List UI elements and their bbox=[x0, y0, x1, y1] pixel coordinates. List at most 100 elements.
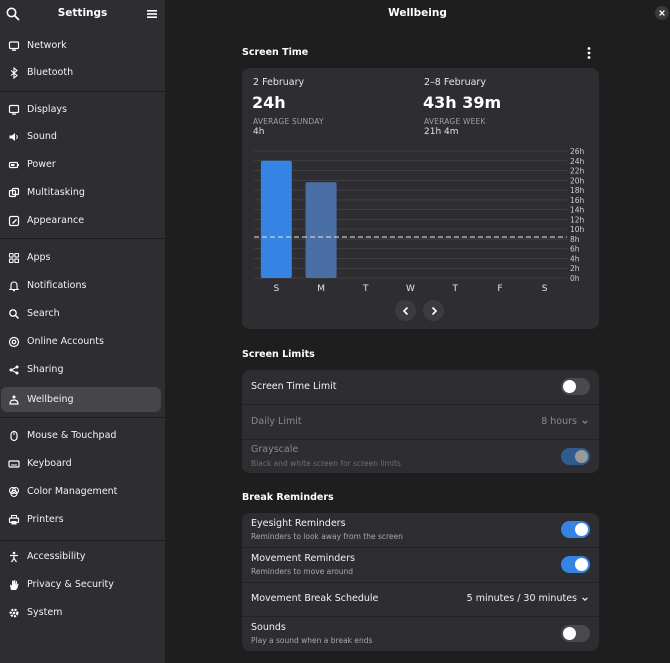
sidebar-item-label: Privacy & Security bbox=[27, 579, 114, 590]
chart-tick-label: 6h bbox=[570, 245, 580, 254]
grayscale-description: Black and white screen for screen limits bbox=[251, 459, 401, 468]
sidebar-item-wellbeing[interactable]: Wellbeing bbox=[1, 387, 161, 412]
network-icon bbox=[8, 40, 20, 52]
sidebar-separator bbox=[0, 540, 165, 541]
screen-time-limit-row: Screen Time Limit bbox=[242, 370, 599, 404]
screen-time-card: 2 February 24h AVERAGE SUNDAY 4h 2–8 Feb… bbox=[242, 68, 599, 329]
screen-time-limit-toggle[interactable] bbox=[561, 378, 590, 395]
hamburger-menu-icon[interactable] bbox=[144, 6, 160, 22]
sidebar-item-sharing[interactable]: Sharing bbox=[1, 357, 161, 382]
break-reminders-card: Eyesight Reminders Reminders to look awa… bbox=[242, 513, 599, 651]
sidebar-item-label: Sound bbox=[27, 131, 57, 142]
chart-tick-label: 22h bbox=[570, 167, 585, 176]
sounds-label: Sounds bbox=[251, 622, 286, 633]
sidebar-item-label: Online Accounts bbox=[27, 336, 104, 347]
display-icon bbox=[8, 104, 20, 116]
sidebar-item-system[interactable]: System bbox=[1, 600, 161, 625]
movement-break-schedule-dropdown[interactable]: 5 minutes / 30 minutes bbox=[467, 593, 589, 604]
sidebar-separator bbox=[0, 417, 165, 418]
apps-grid-icon bbox=[8, 252, 20, 264]
page-title: Wellbeing bbox=[388, 7, 447, 19]
more-options-icon[interactable] bbox=[585, 46, 593, 60]
sidebar-item-displays[interactable]: Displays bbox=[1, 97, 161, 122]
sidebar-item-mouse-touchpad[interactable]: Mouse & Touchpad bbox=[1, 423, 161, 448]
sidebar-item-label: Bluetooth bbox=[27, 67, 74, 78]
chart-tick-label: 4h bbox=[570, 254, 580, 263]
break-reminders-title: Break Reminders bbox=[242, 492, 334, 503]
grayscale-toggle[interactable] bbox=[561, 448, 590, 465]
sidebar-item-power[interactable]: Power bbox=[1, 152, 161, 177]
sidebar-item-network[interactable]: Network bbox=[1, 33, 161, 58]
chart-bar bbox=[305, 182, 337, 278]
eyesight-reminders-description: Reminders to look away from the screen bbox=[251, 532, 403, 541]
next-week-button[interactable] bbox=[423, 300, 444, 321]
chart-tick-label: 16h bbox=[570, 196, 585, 205]
sidebar-item-label: Network bbox=[27, 40, 67, 51]
eyesight-reminders-toggle[interactable] bbox=[561, 521, 590, 538]
sidebar-item-printers[interactable]: Printers bbox=[1, 507, 161, 532]
sidebar-item-label: System bbox=[27, 607, 63, 618]
chart-tick-label: 14h bbox=[570, 206, 585, 215]
sidebar-item-label: Color Management bbox=[27, 486, 118, 497]
movement-reminders-label: Movement Reminders bbox=[251, 553, 356, 564]
sidebar-item-multitasking[interactable]: Multitasking bbox=[1, 180, 161, 205]
chart-category-label: T bbox=[362, 284, 369, 294]
color-icon bbox=[8, 486, 20, 498]
sidebar-item-label: Displays bbox=[27, 104, 67, 115]
sidebar-item-label: Printers bbox=[27, 514, 64, 525]
close-icon bbox=[659, 10, 665, 16]
daily-limit-dropdown[interactable]: 8 hours bbox=[541, 416, 589, 427]
main-content: Wellbeing Screen Time 2 February 24h AVE… bbox=[165, 0, 670, 663]
previous-week-button[interactable] bbox=[395, 300, 416, 321]
hand-icon bbox=[8, 579, 20, 591]
chart-category-label: T bbox=[451, 284, 458, 294]
chevron-right-icon bbox=[431, 306, 437, 315]
chart-tick-label: 18h bbox=[570, 186, 585, 195]
sidebar: Settings Network Bluetooth Displays Sound Po… bbox=[0, 0, 165, 663]
sidebar-item-label: Notifications bbox=[27, 280, 87, 291]
sidebar-separator bbox=[0, 238, 165, 239]
eyesight-reminders-label: Eyesight Reminders bbox=[251, 518, 346, 529]
chevron-down-icon bbox=[582, 596, 588, 601]
sidebar-item-label: Keyboard bbox=[27, 458, 72, 469]
grayscale-label: Grayscale bbox=[251, 444, 299, 455]
sidebar-item-search[interactable]: Search bbox=[1, 301, 161, 326]
sidebar-item-color-management[interactable]: Color Management bbox=[1, 479, 161, 504]
sidebar-separator bbox=[0, 91, 165, 92]
sidebar-item-notifications[interactable]: Notifications bbox=[1, 273, 161, 298]
screen-time-limit-label: Screen Time Limit bbox=[251, 381, 337, 392]
power-icon bbox=[8, 159, 20, 171]
accessibility-icon bbox=[8, 551, 20, 563]
movement-reminders-toggle[interactable] bbox=[561, 556, 590, 573]
wellbeing-icon bbox=[8, 394, 20, 406]
sidebar-item-label: Apps bbox=[27, 252, 51, 263]
bluetooth-icon bbox=[8, 66, 20, 79]
sidebar-item-online-accounts[interactable]: Online Accounts bbox=[1, 329, 161, 354]
movement-reminders-description: Reminders to move around bbox=[251, 567, 353, 576]
chart-tick-label: 2h bbox=[570, 264, 580, 273]
daily-limit-row: Daily Limit 8 hours bbox=[242, 405, 599, 439]
sidebar-item-appearance[interactable]: Appearance bbox=[1, 208, 161, 233]
share-icon bbox=[8, 364, 20, 376]
at-sign-icon bbox=[8, 336, 20, 348]
sidebar-title: Settings bbox=[57, 7, 108, 19]
grayscale-row: Grayscale Black and white screen for scr… bbox=[242, 440, 599, 473]
sidebar-item-apps[interactable]: Apps bbox=[1, 245, 161, 270]
chart-tick-label: 24h bbox=[570, 157, 585, 166]
chart-bar bbox=[260, 160, 292, 278]
sidebar-item-keyboard[interactable]: Keyboard bbox=[1, 451, 161, 476]
sounds-row: Sounds Play a sound when a break ends bbox=[242, 617, 599, 651]
chevron-left-icon bbox=[402, 306, 408, 315]
chart-category-label: W bbox=[406, 284, 415, 294]
sidebar-item-sound[interactable]: Sound bbox=[1, 124, 161, 149]
sidebar-item-privacy-security[interactable]: Privacy & Security bbox=[1, 572, 161, 597]
chart-tick-label: 26h bbox=[570, 147, 585, 156]
sounds-toggle[interactable] bbox=[561, 625, 590, 642]
close-button[interactable] bbox=[655, 6, 669, 20]
sidebar-item-bluetooth[interactable]: Bluetooth bbox=[1, 60, 161, 85]
screen-time-title: Screen Time bbox=[242, 47, 309, 58]
chart-tick-label: 20h bbox=[570, 176, 585, 185]
chart-category-label: S bbox=[273, 284, 279, 294]
sidebar-item-accessibility[interactable]: Accessibility bbox=[1, 544, 161, 569]
movement-break-schedule-row: Movement Break Schedule 5 minutes / 30 m… bbox=[242, 583, 599, 616]
